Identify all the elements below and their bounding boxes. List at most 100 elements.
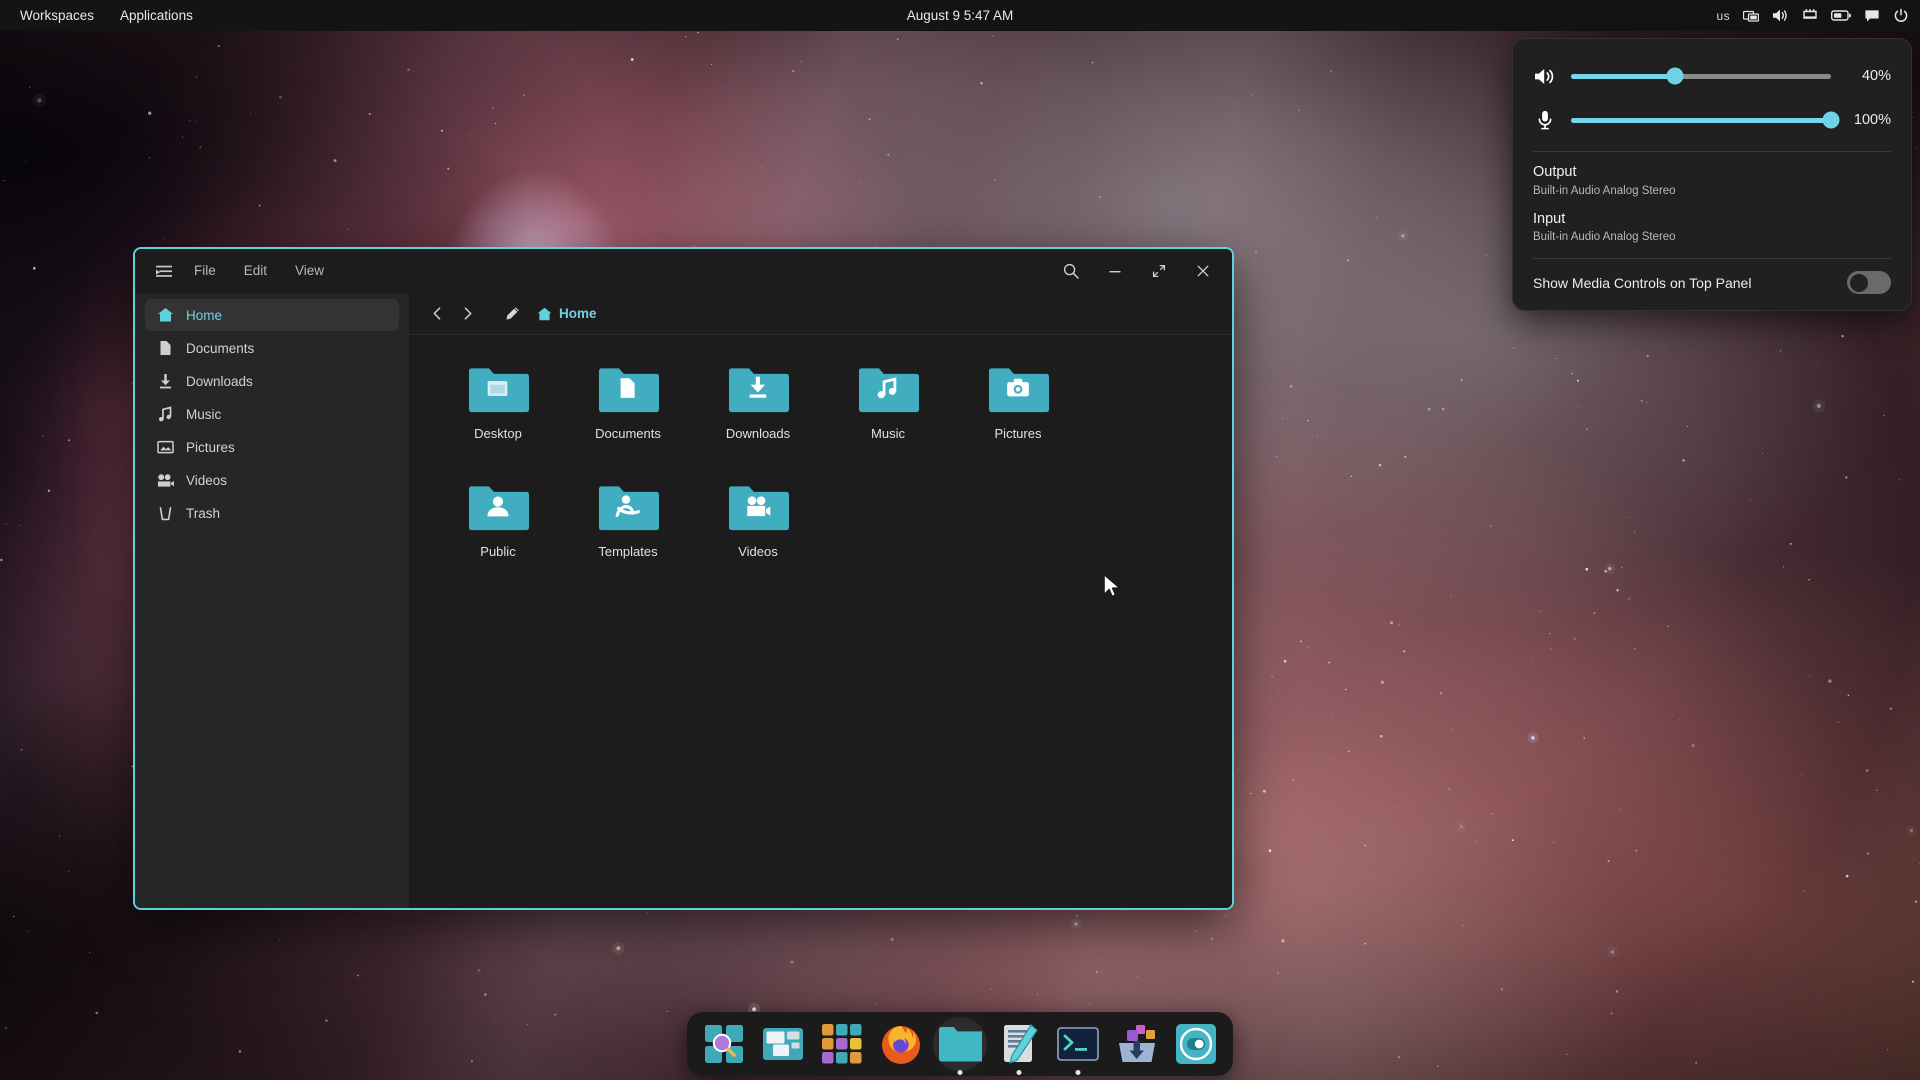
file-manager-window: File Edit View [133,247,1234,910]
minimize-icon[interactable] [1104,260,1126,282]
folder-templates-icon [597,481,659,535]
dock-item-app-finder[interactable] [701,1021,747,1067]
file-item[interactable]: Desktop [433,357,563,475]
sidebar-item-downloads[interactable]: Downloads [145,365,399,397]
sidebar-item-trash[interactable]: Trash [145,497,399,529]
video-icon [157,472,174,488]
volume-icon[interactable] [1772,8,1789,23]
output-device-title: Output [1533,163,1891,183]
file-item[interactable]: Documents [563,357,693,475]
file-manager-menubar: File Edit View [149,259,337,283]
microphone-icon[interactable] [1533,110,1557,130]
file-item-label: Videos [738,544,778,560]
power-icon[interactable] [1893,8,1909,24]
sidebar-item-documents[interactable]: Documents [145,332,399,364]
input-volume-fill [1571,118,1831,123]
dock-item-software-installer[interactable] [1114,1021,1160,1067]
file-item-label: Public [480,544,515,560]
folder-music-icon [857,363,919,417]
file-item[interactable]: Music [823,357,953,475]
clock[interactable]: August 9 5:47 AM [0,8,1920,23]
input-device-name: Built-in Audio Analog Stereo [1533,231,1891,243]
input-volume-knob[interactable] [1823,112,1840,129]
back-icon[interactable] [423,300,451,328]
sidebar-item-home[interactable]: Home [145,299,399,331]
output-volume-knob[interactable] [1667,68,1684,85]
sidebar-item-label: Home [186,308,222,323]
dock-item-firefox[interactable] [878,1021,924,1067]
input-device-title: Input [1533,210,1891,230]
folder-public-icon [467,481,529,535]
network-wired-icon[interactable] [1802,8,1818,23]
file-item[interactable]: Pictures [953,357,1083,475]
window-controls [1060,260,1220,282]
hamburger-menu-icon[interactable] [149,260,179,283]
search-icon[interactable] [1060,260,1082,282]
music-icon [157,406,174,422]
sidebar-item-label: Videos [186,473,227,488]
media-controls-toggle[interactable] [1847,271,1891,294]
speaker-icon[interactable] [1533,67,1557,86]
dock-item-settings[interactable] [1173,1021,1219,1067]
download-icon [157,373,174,389]
output-device-name: Built-in Audio Analog Stereo [1533,185,1891,197]
sidebar-item-label: Documents [186,341,254,356]
output-volume-fill [1571,74,1675,79]
input-device-block[interactable]: Input Built-in Audio Analog Stereo [1533,199,1891,246]
input-volume-value: 100% [1845,112,1891,128]
sidebar-item-label: Downloads [186,374,253,389]
top-panel-left: Workspaces Applications [0,4,204,28]
audio-settings-popup: 40% 100% Output Built-in Audio Analog St… [1512,38,1912,311]
close-icon[interactable] [1192,260,1214,282]
home-icon [537,307,552,321]
system-tray: us [1717,0,1909,31]
top-panel: Workspaces Applications August 9 5:47 AM… [0,0,1920,31]
file-manager-header: File Edit View [135,249,1232,293]
file-item-label: Music [871,426,905,442]
file-item-label: Desktop [474,426,522,442]
notifications-icon[interactable] [1864,9,1880,23]
output-volume-row: 40% [1533,54,1891,98]
output-device-block[interactable]: Output Built-in Audio Analog Stereo [1533,152,1891,199]
workspaces-button[interactable]: Workspaces [9,4,105,28]
dock [687,1012,1233,1076]
file-grid: Desktop Documents Downloads Music Pictures Pu… [409,335,1232,908]
file-item[interactable]: Templates [563,475,693,593]
folder-pictures-icon [987,363,1049,417]
sidebar-item-pictures[interactable]: Pictures [145,431,399,463]
keyboard-layout-indicator[interactable]: us [1717,9,1730,23]
menu-edit[interactable]: Edit [231,259,280,283]
battery-icon[interactable] [1831,9,1851,22]
file-item-label: Pictures [995,426,1042,442]
folder-videos-icon [727,481,789,535]
dock-item-terminal[interactable] [1055,1021,1101,1067]
sidebar-item-label: Pictures [186,440,235,455]
output-volume-slider[interactable] [1571,74,1831,79]
sidebar-item-videos[interactable]: Videos [145,464,399,496]
file-item-label: Downloads [726,426,790,442]
input-volume-slider[interactable] [1571,118,1831,123]
dock-item-window-tiling[interactable] [760,1021,806,1067]
sidebar-item-music[interactable]: Music [145,398,399,430]
file-item[interactable]: Videos [693,475,823,593]
dock-item-app-grid[interactable] [819,1021,865,1067]
file-item[interactable]: Public [433,475,563,593]
home-icon [157,307,174,323]
path-bar: Home [409,293,1232,335]
display-icon[interactable] [1743,8,1759,24]
applications-button[interactable]: Applications [109,4,204,28]
maximize-icon[interactable] [1148,260,1170,282]
dock-item-files[interactable] [937,1021,983,1067]
sidebar-item-label: Trash [186,506,220,521]
file-item[interactable]: Downloads [693,357,823,475]
dock-item-text-editor[interactable] [996,1021,1042,1067]
file-manager-sidebar: Home Documents Downloads Music Pictures Video… [135,293,409,908]
forward-icon[interactable] [453,300,481,328]
menu-file[interactable]: File [181,259,229,283]
image-icon [157,439,174,455]
media-controls-row: Show Media Controls on Top Panel [1533,259,1891,296]
breadcrumb[interactable]: Home [537,306,597,321]
menu-view[interactable]: View [282,259,337,283]
pencil-icon[interactable] [499,301,525,327]
toggle-knob [1850,274,1868,292]
